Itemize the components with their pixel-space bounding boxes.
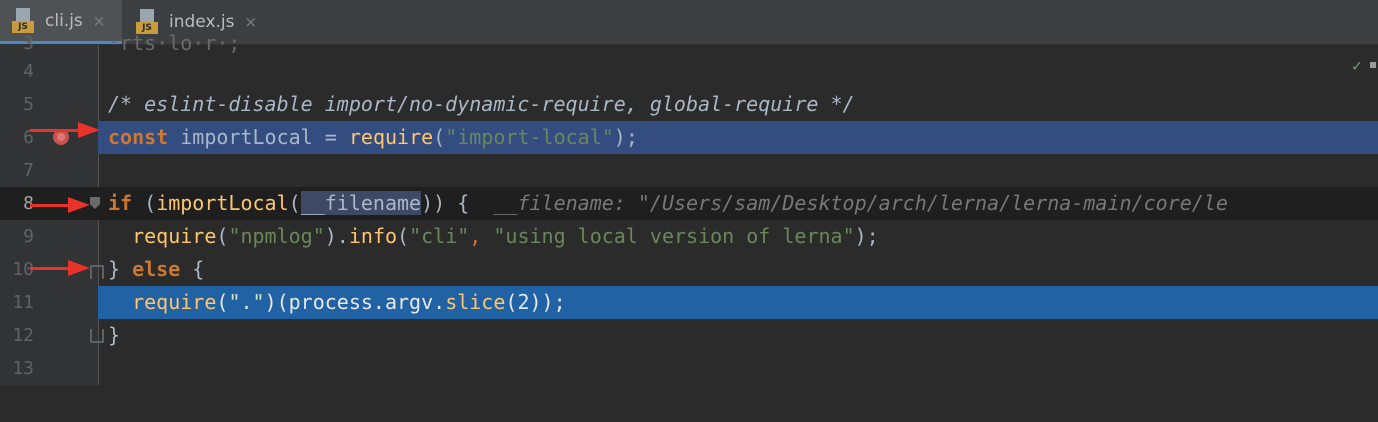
- code-text: }: [108, 323, 121, 347]
- code-line-5[interactable]: 5 /* eslint-disable import/no-dynamic-re…: [0, 88, 1378, 121]
- code-line-8[interactable]: 8 if (importLocal(__filename)) { __filen…: [0, 187, 1378, 220]
- line-number: 7: [23, 160, 34, 181]
- code-text: const importLocal = require("import-loca…: [108, 125, 638, 149]
- eslint-comment: /* eslint-disable import/no-dynamic-requ…: [108, 92, 855, 116]
- fold-icon[interactable]: [90, 329, 104, 343]
- code-text: require(".")(process.argv.slice(2));: [132, 290, 566, 314]
- code-line-7[interactable]: 7: [0, 154, 1378, 187]
- code-line-9[interactable]: 9 require("npmlog").info("cli", "using l…: [0, 220, 1378, 253]
- editor-bottom-area: [0, 385, 1378, 422]
- line-number: 13: [12, 358, 34, 379]
- line-number: 5: [23, 94, 34, 115]
- code-line-6[interactable]: 6 const importLocal = require("import-lo…: [0, 121, 1378, 154]
- scrollbar-marker[interactable]: [1370, 62, 1376, 68]
- code-line-12[interactable]: 12 }: [0, 319, 1378, 352]
- inline-debug-value: __filename: "/Users/sam/Desktop/arch/ler…: [469, 191, 1228, 215]
- code-text: if (importLocal(__filename)) { __filenam…: [108, 191, 1228, 215]
- checkmark-icon[interactable]: ✓: [1352, 56, 1362, 75]
- line-number: 8: [23, 193, 34, 214]
- fold-icon[interactable]: [90, 265, 104, 279]
- code-line-11[interactable]: 11 require(".")(process.argv.slice(2));: [0, 286, 1378, 319]
- line-number: 4: [23, 61, 34, 82]
- line-number: 11: [12, 292, 34, 313]
- code-line-10[interactable]: 10 } else {: [0, 253, 1378, 286]
- code-line-4[interactable]: 4: [0, 55, 1378, 88]
- line-number: 9: [23, 226, 34, 247]
- code-text: require("npmlog").info("cli", "using loc…: [132, 224, 879, 248]
- line-number: 12: [12, 325, 34, 346]
- code-text: } else {: [108, 257, 205, 281]
- code-line-13[interactable]: 13: [0, 352, 1378, 385]
- code-editor[interactable]: 3 ·rts·lo·r·; 4 5 /* eslint-disable impo…: [0, 31, 1378, 385]
- line-number: 6: [23, 127, 34, 148]
- line-number: 10: [12, 259, 34, 280]
